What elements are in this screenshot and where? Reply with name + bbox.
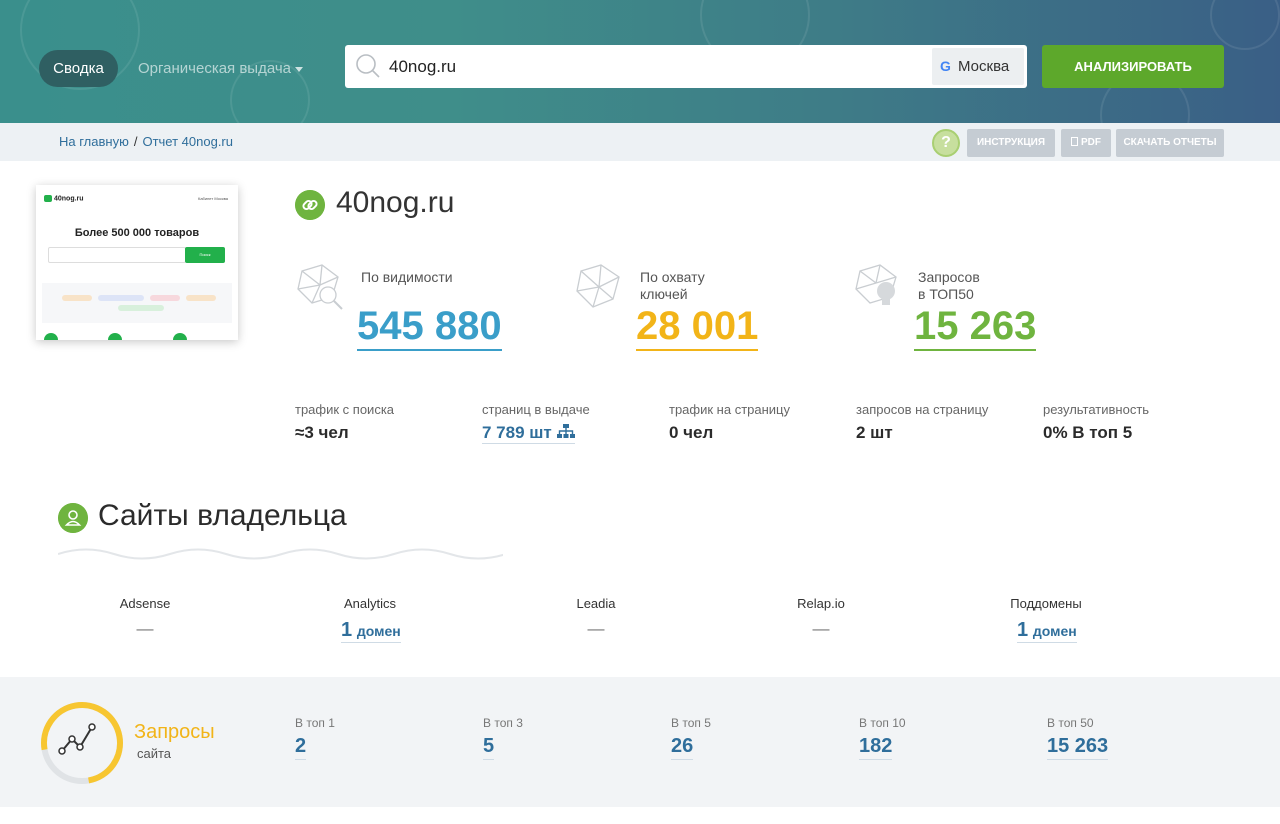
tab-organic-results[interactable]: Органическая выдача bbox=[138, 50, 304, 87]
indexed-pages-label: страниц в выдаче bbox=[482, 402, 590, 417]
top3-label: В топ 3 bbox=[483, 716, 523, 730]
region-select-button[interactable]: G Москва bbox=[932, 48, 1024, 85]
preview-feature-dot bbox=[44, 333, 58, 340]
top5-label: В топ 5 bbox=[671, 716, 711, 730]
preview-logo-text: 40nog.ru bbox=[54, 195, 84, 203]
top3-value[interactable]: 5 bbox=[483, 734, 495, 760]
relap-value: — bbox=[812, 619, 830, 638]
top1-value[interactable]: 2 bbox=[295, 734, 307, 760]
preview-logo: 40nog.ru bbox=[44, 195, 84, 202]
link-icon bbox=[295, 190, 325, 220]
coverage-label: По охвату ключей bbox=[640, 269, 705, 302]
subdomains-unit: домен bbox=[1032, 623, 1077, 639]
help-icon: ? bbox=[941, 134, 951, 151]
analytics-link[interactable]: 1 домен bbox=[341, 619, 401, 643]
search-traffic-value: ≈3 чел bbox=[295, 423, 349, 442]
preview-category-panel bbox=[42, 283, 232, 323]
pdf-label: PDF bbox=[1081, 137, 1101, 148]
preview-headline: Более 500 000 товаров bbox=[74, 227, 200, 239]
queries-per-page-label: запросов на страницу bbox=[856, 402, 989, 417]
top50-value[interactable]: 15 263 bbox=[914, 303, 1037, 351]
search-box: G Москва bbox=[345, 45, 1027, 88]
traffic-per-page-label: трафик на страницу bbox=[669, 402, 790, 417]
breadcrumb-current-link[interactable]: Отчет 40nog.ru bbox=[142, 134, 233, 149]
top10-label: В топ 10 bbox=[859, 716, 906, 730]
preview-feature-dot bbox=[173, 333, 187, 340]
top50-label: Запросов в ТОП50 bbox=[918, 269, 980, 302]
relap-label: Relap.io bbox=[797, 596, 845, 611]
wave-divider bbox=[58, 548, 503, 560]
preview-search-field bbox=[48, 247, 186, 263]
top10-value[interactable]: 182 bbox=[859, 734, 893, 760]
analytics-unit: домен bbox=[356, 623, 401, 639]
sub-toolbar: На главную / Отчет 40nog.ru ? ИНСТРУКЦИЯ P… bbox=[0, 123, 1280, 161]
analyze-button[interactable]: АНАЛИЗИРОВАТЬ bbox=[1042, 45, 1224, 88]
owner-sites-heading: Сайты владельца bbox=[98, 499, 347, 532]
tab-organic-label: Органическая выдача bbox=[138, 60, 292, 77]
region-label: Москва bbox=[958, 58, 1010, 75]
leadia-value: — bbox=[587, 619, 605, 638]
subdomains-link[interactable]: 1 домен bbox=[1017, 619, 1077, 643]
preview-chip bbox=[186, 295, 216, 301]
breadcrumb: На главную / Отчет 40nog.ru bbox=[59, 123, 233, 161]
preview-city-link: Москва bbox=[214, 196, 228, 201]
queries-chart-icon bbox=[41, 702, 123, 784]
subdomains-label: Поддомены bbox=[1010, 596, 1082, 611]
preview-chip bbox=[118, 305, 164, 311]
google-icon: G bbox=[940, 58, 951, 74]
page: Сводка Органическая выдача G Москва АНАЛ… bbox=[0, 0, 1280, 824]
user-icon bbox=[58, 503, 88, 533]
pdf-button[interactable]: PDF bbox=[1061, 129, 1111, 157]
top1-label: В топ 1 bbox=[295, 716, 335, 730]
tab-summary[interactable]: Сводка bbox=[39, 50, 118, 87]
effectiveness-label: результативность bbox=[1043, 402, 1150, 417]
domain-search-input[interactable] bbox=[389, 45, 869, 88]
breadcrumb-separator: / bbox=[133, 134, 138, 149]
header-bar: Сводка Органическая выдача G Москва АНАЛ… bbox=[0, 0, 1280, 123]
indexed-pages-value: 7 789 шт bbox=[482, 423, 552, 442]
queries-subheading: сайта bbox=[137, 746, 172, 761]
indexed-pages-link[interactable]: 7 789 шт bbox=[482, 423, 575, 444]
leadia-label: Leadia bbox=[576, 596, 616, 611]
document-icon bbox=[1071, 137, 1078, 146]
instruction-button[interactable]: ИНСТРУКЦИЯ bbox=[967, 129, 1055, 157]
adsense-value: — bbox=[136, 619, 154, 638]
traffic-per-page-value: 0 чел bbox=[669, 423, 714, 442]
preview-chip bbox=[98, 295, 144, 301]
site-title: 40nog.ru bbox=[336, 186, 455, 219]
download-reports-button[interactable]: СКАЧАТЬ ОТЧЕТЫ bbox=[1116, 129, 1224, 157]
preview-chip bbox=[62, 295, 92, 301]
search-traffic-label: трафик с поиска bbox=[295, 402, 395, 417]
top5-value[interactable]: 26 bbox=[671, 734, 694, 760]
preview-logo-icon bbox=[44, 195, 52, 202]
network-bulb-icon bbox=[855, 264, 897, 305]
network-icon bbox=[576, 264, 620, 308]
queries-heading: Запросы bbox=[134, 721, 215, 743]
preview-header-links: Кабинет Москва bbox=[198, 196, 228, 201]
sitemap-icon bbox=[556, 424, 575, 438]
coverage-value[interactable]: 28 001 bbox=[636, 303, 759, 351]
queries-per-page-value: 2 шт bbox=[856, 423, 893, 442]
preview-search-button: Поиск bbox=[185, 247, 225, 263]
site-preview-thumbnail[interactable]: 40nog.ru Кабинет Москва Более 500 000 то… bbox=[36, 185, 238, 340]
search-icon bbox=[356, 54, 380, 78]
preview-cabinet-link: Кабинет bbox=[198, 196, 214, 201]
analytics-label: Analytics bbox=[343, 596, 397, 611]
top50-queries-label: В топ 50 bbox=[1047, 716, 1094, 730]
analytics-count: 1 bbox=[341, 619, 353, 641]
top50-queries-value[interactable]: 15 263 bbox=[1047, 734, 1109, 760]
effectiveness-value: 0% В топ 5 bbox=[1043, 423, 1133, 442]
visibility-label: По видимости bbox=[361, 269, 453, 285]
adsense-label: Adsense bbox=[119, 596, 171, 611]
caret-down-icon bbox=[295, 66, 304, 72]
visibility-value[interactable]: 545 880 bbox=[357, 303, 502, 351]
subdomains-count: 1 bbox=[1017, 619, 1029, 641]
preview-feature-dot bbox=[108, 333, 122, 340]
help-button[interactable]: ? bbox=[932, 129, 960, 157]
preview-chip bbox=[150, 295, 180, 301]
breadcrumb-home-link[interactable]: На главную bbox=[59, 134, 129, 149]
network-search-icon bbox=[297, 264, 343, 310]
